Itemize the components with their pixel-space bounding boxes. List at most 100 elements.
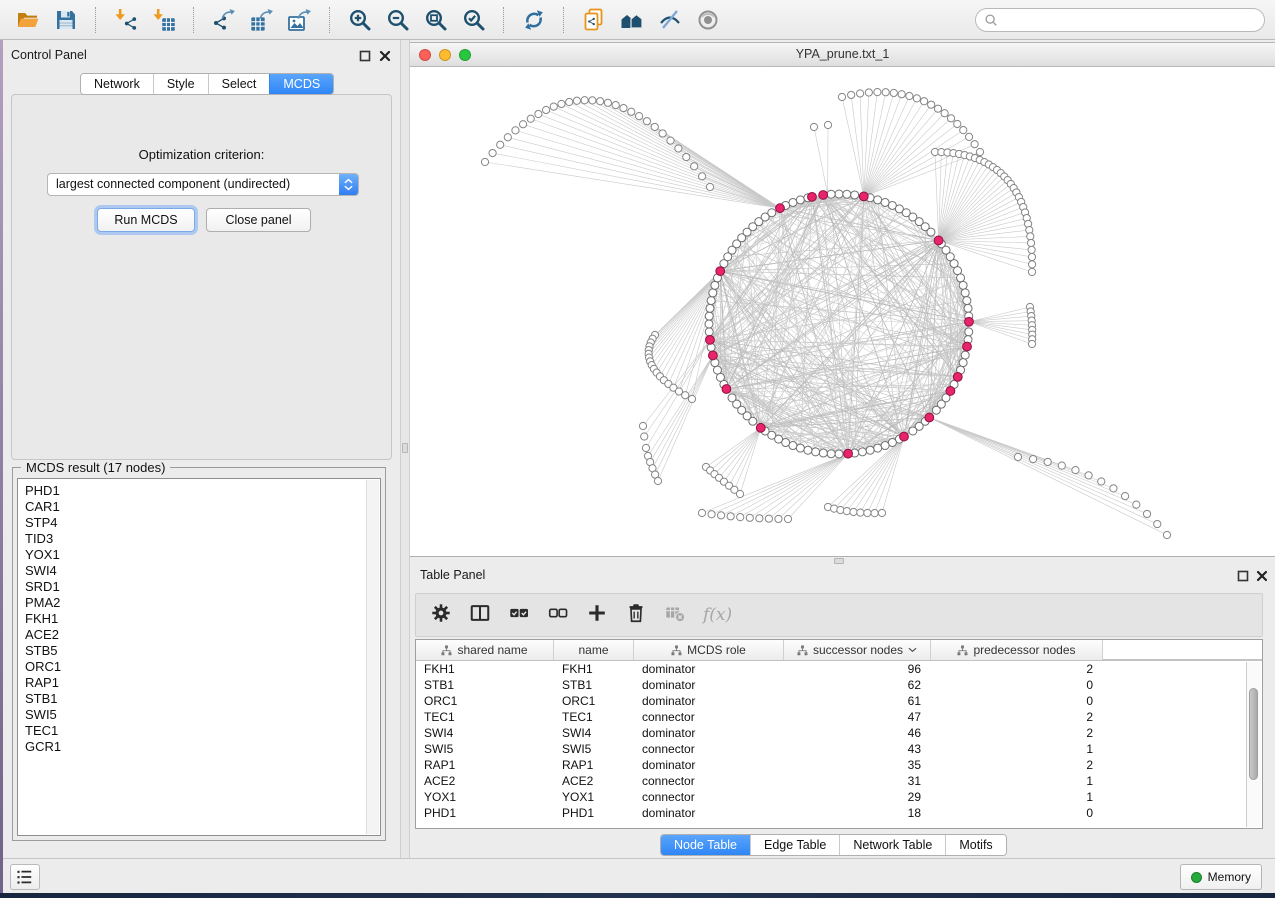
zoom-fit-button[interactable] [418,5,453,35]
column-header-successor-nodes[interactable]: successor nodes [784,640,931,660]
close-panel-icon[interactable] [379,50,391,62]
cell-successor-nodes[interactable]: 18 [784,805,931,821]
table-tab-edge-table[interactable]: Edge Table [750,835,839,855]
close-traffic-light[interactable] [419,49,431,61]
cell-successor-nodes[interactable]: 96 [784,661,931,677]
table-scrollbar-thumb[interactable] [1249,688,1258,780]
table-row[interactable]: STB1STB1dominator620 [416,677,1262,693]
cell-predecessor-nodes[interactable]: 2 [931,757,1103,773]
tab-select[interactable]: Select [208,74,270,94]
add-row-button[interactable] [586,602,608,629]
cell-name[interactable]: SWI4 [554,725,634,741]
table-row[interactable]: TEC1TEC1connector472 [416,709,1262,725]
table-row[interactable]: YOX1YOX1connector291 [416,789,1262,805]
float-panel-icon[interactable] [359,50,371,62]
cell-predecessor-nodes[interactable]: 2 [931,661,1103,677]
cell-successor-nodes[interactable]: 35 [784,757,931,773]
refresh-button[interactable] [516,5,551,35]
cell-shared-name[interactable]: FKH1 [416,661,554,677]
table-row[interactable]: FKH1FKH1dominator962 [416,661,1262,677]
cell-successor-nodes[interactable]: 61 [784,693,931,709]
clone-network-button[interactable] [576,5,611,35]
tab-network[interactable]: Network [81,74,153,94]
cell-name[interactable]: TEC1 [554,709,634,725]
tab-style[interactable]: Style [153,74,208,94]
cell-mcds-role[interactable]: dominator [634,677,784,693]
cell-shared-name[interactable]: SWI5 [416,741,554,757]
table-row[interactable]: RAP1RAP1dominator352 [416,757,1262,773]
cell-name[interactable]: ACE2 [554,773,634,789]
cell-successor-nodes[interactable]: 47 [784,709,931,725]
zoom-out-button[interactable] [380,5,415,35]
mcds-node-item[interactable]: ACE2 [25,627,380,643]
cell-mcds-role[interactable]: connector [634,773,784,789]
minimize-traffic-light[interactable] [439,49,451,61]
cell-predecessor-nodes[interactable]: 2 [931,725,1103,741]
mcds-node-item[interactable]: GCR1 [25,739,380,755]
cell-predecessor-nodes[interactable]: 1 [931,789,1103,805]
deselect-all-button[interactable] [547,602,569,629]
cell-mcds-role[interactable]: dominator [634,757,784,773]
cell-shared-name[interactable]: SWI4 [416,725,554,741]
delete-row-button[interactable] [625,602,647,629]
cell-successor-nodes[interactable]: 46 [784,725,931,741]
table-row[interactable]: ACE2ACE2connector311 [416,773,1262,789]
mcds-node-item[interactable]: YOX1 [25,547,380,563]
export-table-button[interactable] [244,5,279,35]
table-scrollbar[interactable] [1246,662,1261,827]
cell-shared-name[interactable]: STB1 [416,677,554,693]
search-box[interactable] [975,8,1265,32]
open-folder-button[interactable] [10,5,45,35]
search-input[interactable] [1003,10,1264,30]
criterion-dropdown[interactable]: largest connected component (undirected) [47,173,359,196]
cell-shared-name[interactable]: PHD1 [416,805,554,821]
column-header-name[interactable]: name [554,640,634,660]
cell-name[interactable]: PHD1 [554,805,634,821]
cell-name[interactable]: ORC1 [554,693,634,709]
cell-name[interactable]: RAP1 [554,757,634,773]
table-row[interactable]: PHD1PHD1dominator180 [416,805,1262,821]
zoom-in-button[interactable] [342,5,377,35]
cell-mcds-role[interactable]: dominator [634,661,784,677]
mcds-node-item[interactable]: STB5 [25,643,380,659]
panel-menu-button[interactable] [10,864,40,890]
cell-predecessor-nodes[interactable]: 1 [931,741,1103,757]
cell-name[interactable]: YOX1 [554,789,634,805]
mcds-node-item[interactable]: SWI5 [25,707,380,723]
export-image-button[interactable] [282,5,317,35]
mcds-node-item[interactable]: CAR1 [25,499,380,515]
mcds-node-item[interactable]: ORC1 [25,659,380,675]
run-mcds-button[interactable]: Run MCDS [97,208,195,232]
cell-mcds-role[interactable]: dominator [634,725,784,741]
settings-button[interactable] [430,602,452,629]
mcds-node-item[interactable]: SRD1 [25,579,380,595]
table-tab-network-table[interactable]: Network Table [839,835,945,855]
cell-predecessor-nodes[interactable]: 0 [931,677,1103,693]
cell-shared-name[interactable]: ACE2 [416,773,554,789]
cell-successor-nodes[interactable]: 31 [784,773,931,789]
cell-name[interactable]: SWI5 [554,741,634,757]
splitter-handle[interactable] [402,443,408,453]
float-table-panel-icon[interactable] [1237,570,1249,582]
mcds-node-item[interactable]: STB1 [25,691,380,707]
table-row[interactable]: SWI5SWI5connector431 [416,741,1262,757]
cell-shared-name[interactable]: ORC1 [416,693,554,709]
cell-shared-name[interactable]: YOX1 [416,789,554,805]
mcds-node-item[interactable]: TEC1 [25,723,380,739]
column-header-predecessor-nodes[interactable]: predecessor nodes [931,640,1103,660]
style-toggle-button[interactable] [652,5,687,35]
cell-mcds-role[interactable]: dominator [634,805,784,821]
show-graphics-button[interactable] [690,5,725,35]
network-overview-button[interactable] [614,5,649,35]
mcds-result-list[interactable]: PHD1CAR1STP4TID3YOX1SWI4SRD1PMA2FKH1ACE2… [17,478,381,836]
table-row[interactable]: SWI4SWI4dominator462 [416,725,1262,741]
close-table-panel-icon[interactable] [1256,570,1268,582]
cell-mcds-role[interactable]: connector [634,709,784,725]
mcds-node-item[interactable]: TID3 [25,531,380,547]
table-tab-motifs[interactable]: Motifs [945,835,1005,855]
maximize-traffic-light[interactable] [459,49,471,61]
export-network-button[interactable] [206,5,241,35]
vertical-splitter[interactable] [400,40,410,858]
cell-shared-name[interactable]: TEC1 [416,709,554,725]
select-all-button[interactable] [508,602,530,629]
